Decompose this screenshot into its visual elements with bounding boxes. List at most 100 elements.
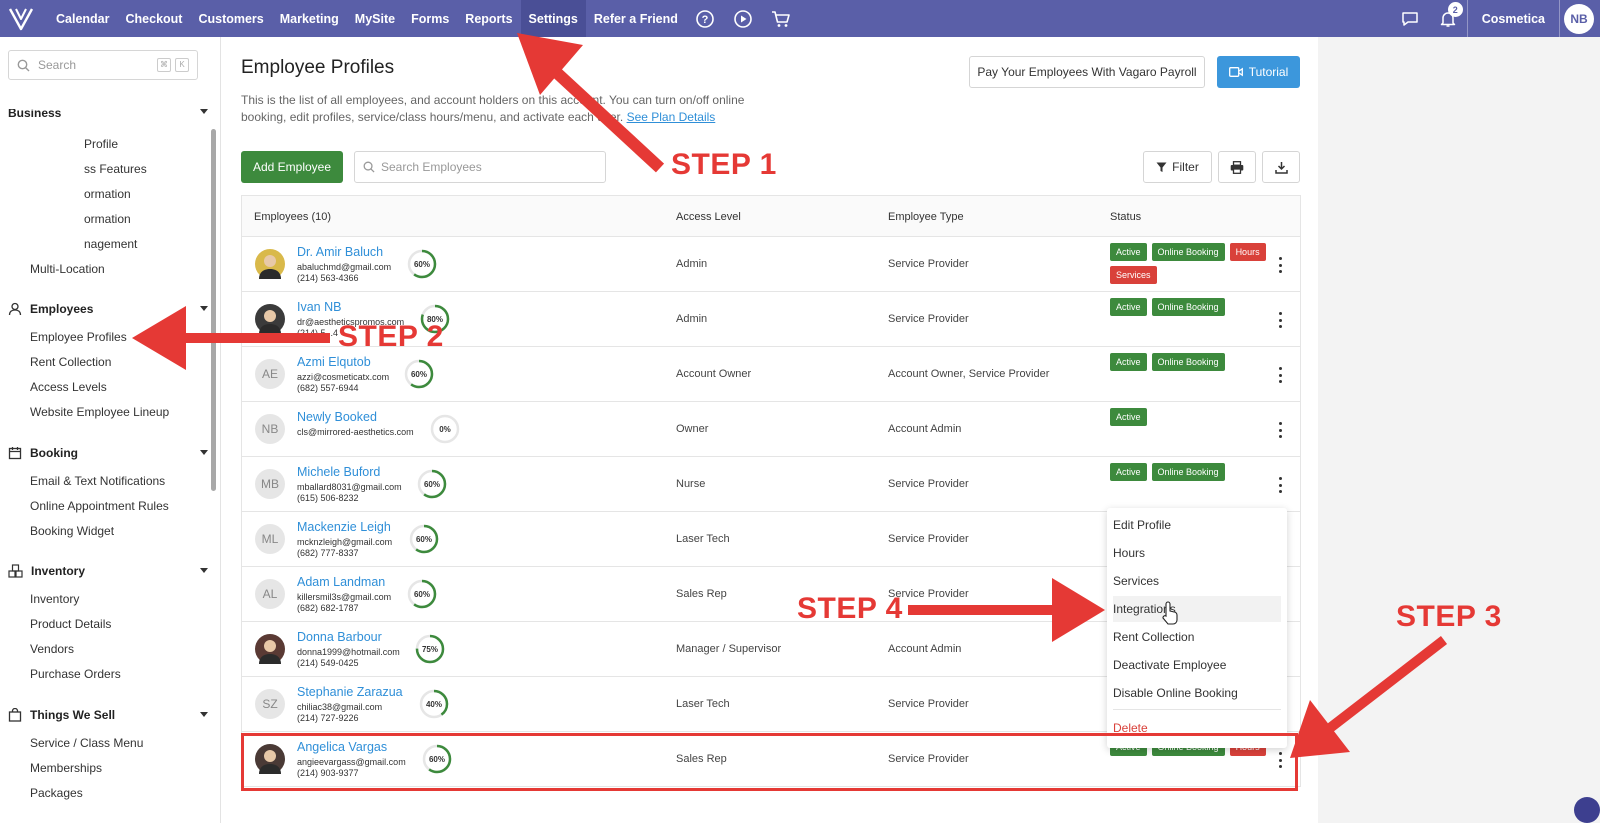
export-button[interactable] (1262, 151, 1300, 183)
sidebar-section-employees[interactable]: Employees (8, 302, 212, 316)
sidebar-section-things-we-sell[interactable]: Things We Sell (8, 708, 212, 722)
nav-item-mysite[interactable]: MySite (347, 0, 403, 37)
nav-item-forms[interactable]: Forms (403, 0, 457, 37)
employee-email: cls@mirrored-aesthetics.com (297, 427, 414, 437)
sidebar-item[interactable]: Packages (30, 786, 83, 800)
column-header-access-level[interactable]: Access Level (676, 211, 741, 223)
sidebar-item[interactable]: Website Employee Lineup (30, 405, 169, 419)
bell-icon[interactable]: 2 (1429, 0, 1467, 37)
payroll-button[interactable]: Pay Your Employees With Vagaro Payroll (969, 56, 1205, 88)
search-employees-input[interactable]: Search Employees (354, 151, 606, 183)
nav-item-calendar[interactable]: Calendar (48, 0, 118, 37)
table-row[interactable]: AE Azmi Elqutob azzi@cosmeticatx.com (68… (241, 347, 1301, 402)
sidebar-section-business[interactable]: Business (8, 109, 212, 117)
sidebar-item[interactable]: Online Appointment Rules (30, 499, 169, 513)
k-key-icon: K (175, 58, 189, 72)
employee-name-link[interactable]: Newly Booked (297, 410, 377, 424)
nav-item-settings[interactable]: Settings (520, 0, 586, 37)
sidebar-item[interactable]: ss Features (84, 162, 147, 176)
sidebar-scrollbar[interactable] (211, 129, 216, 491)
menu-item-hours[interactable]: Hours (1113, 540, 1281, 566)
see-plan-details-link[interactable]: See Plan Details (627, 110, 716, 124)
column-header-status[interactable]: Status (1110, 211, 1141, 223)
sidebar-item[interactable]: Memberships (30, 761, 102, 775)
sidebar-item[interactable]: Email & Text Notifications (30, 474, 165, 488)
menu-item-services[interactable]: Services (1113, 568, 1281, 594)
search-employees-placeholder: Search Employees (381, 160, 482, 174)
sidebar-item[interactable]: Inventory (30, 592, 79, 606)
employee-name-link[interactable]: Ivan NB (297, 300, 341, 314)
employee-email: donna1999@hotmail.com (297, 647, 400, 657)
sidebar-item[interactable]: Booking Widget (30, 524, 114, 538)
print-button[interactable] (1218, 151, 1256, 183)
employee-type: Service Provider (888, 533, 969, 545)
menu-item-deactivate-employee[interactable]: Deactivate Employee (1113, 652, 1281, 678)
svg-text:?: ? (702, 14, 709, 26)
sidebar-item[interactable]: nagement (84, 237, 137, 251)
sidebar-search-input[interactable]: Search ⌘ K (8, 50, 198, 80)
cart-icon[interactable] (771, 9, 791, 29)
nav-item-marketing[interactable]: Marketing (272, 0, 347, 37)
sidebar-section-inventory[interactable]: Inventory (8, 564, 212, 578)
column-header-employee-type[interactable]: Employee Type (888, 211, 964, 223)
sidebar-item[interactable]: Product Details (30, 617, 111, 631)
menu-item-edit-profile[interactable]: Edit Profile (1113, 512, 1281, 538)
tutorial-button[interactable]: Tutorial (1217, 56, 1300, 88)
sidebar-item[interactable]: Rent Collection (30, 355, 111, 369)
chat-widget-button[interactable] (1574, 797, 1600, 823)
employee-name-link[interactable]: Dr. Amir Baluch (297, 245, 383, 259)
sidebar-section-booking[interactable]: Booking (8, 446, 212, 460)
user-avatar[interactable]: NB (1564, 3, 1594, 34)
nav-item-checkout[interactable]: Checkout (118, 0, 191, 37)
help-icon[interactable]: ? (695, 9, 715, 29)
sidebar-item[interactable]: Access Levels (30, 380, 107, 394)
profile-completion-ring: 60% (409, 524, 439, 554)
employee-name-link[interactable]: Mackenzie Leigh (297, 520, 391, 534)
more-actions-icon[interactable] (1277, 257, 1283, 273)
employee-name-link[interactable]: Donna Barbour (297, 630, 382, 644)
sidebar-item[interactable]: Multi-Location (30, 262, 105, 276)
more-actions-icon[interactable] (1277, 422, 1283, 438)
sidebar-item[interactable]: Profile (84, 137, 118, 151)
employee-name-link[interactable]: Adam Landman (297, 575, 385, 589)
more-actions-icon[interactable] (1277, 477, 1283, 493)
chat-icon[interactable] (1391, 0, 1429, 37)
vagaro-logo-icon[interactable] (2, 0, 40, 37)
filter-icon (1156, 162, 1167, 172)
employee-name-link[interactable]: Michele Buford (297, 465, 380, 479)
filter-button[interactable]: Filter (1143, 151, 1212, 183)
sidebar-item[interactable]: Purchase Orders (30, 667, 121, 681)
menu-item-disable-online-booking[interactable]: Disable Online Booking (1113, 680, 1281, 706)
profile-completion-ring: 60% (404, 359, 434, 389)
table-row[interactable]: NB Newly Booked cls@mirrored-aesthetics.… (241, 402, 1301, 457)
nav-item-refer-a-friend[interactable]: Refer a Friend (586, 0, 686, 37)
sidebar-item[interactable]: Vendors (30, 642, 74, 656)
column-header-employees[interactable]: Employees (10) (254, 211, 331, 223)
employee-name-link[interactable]: Stephanie Zarazua (297, 685, 403, 699)
menu-item-integrations[interactable]: Integrations (1113, 596, 1281, 622)
sidebar-item[interactable]: Service / Class Menu (30, 736, 143, 750)
sidebar-item[interactable]: Employee Profiles (30, 330, 127, 344)
page-title: Employee Profiles (241, 57, 395, 78)
employee-phone: (214) 563-4366 (297, 273, 359, 283)
more-actions-icon[interactable] (1277, 367, 1283, 383)
access-level: Manager / Supervisor (676, 643, 782, 655)
nav-item-customers[interactable]: Customers (190, 0, 271, 37)
add-employee-button[interactable]: Add Employee (241, 151, 343, 183)
sidebar-item[interactable]: ormation (84, 187, 131, 201)
business-name[interactable]: Cosmetica (1468, 12, 1559, 26)
step-2-label: STEP 2 (338, 320, 444, 353)
sidebar-item[interactable]: ormation (84, 212, 131, 226)
employee-name-link[interactable]: Azmi Elqutob (297, 355, 371, 369)
menu-item-rent-collection[interactable]: Rent Collection (1113, 624, 1281, 650)
more-actions-icon[interactable] (1277, 312, 1283, 328)
nav-item-reports[interactable]: Reports (457, 0, 520, 37)
menu-item-delete[interactable]: Delete (1113, 713, 1281, 735)
play-video-icon[interactable] (733, 9, 753, 29)
table-row[interactable]: MB Michele Buford mballard8031@gmail.com… (241, 457, 1301, 512)
employee-initials-avatar: AE (255, 359, 285, 389)
table-row[interactable]: Dr. Amir Baluch abaluchmd@gmail.com (214… (241, 237, 1301, 292)
step-3-label: STEP 3 (1396, 600, 1502, 633)
status-badge: Hours (1229, 243, 1266, 261)
profile-completion-ring: 60% (407, 249, 437, 279)
